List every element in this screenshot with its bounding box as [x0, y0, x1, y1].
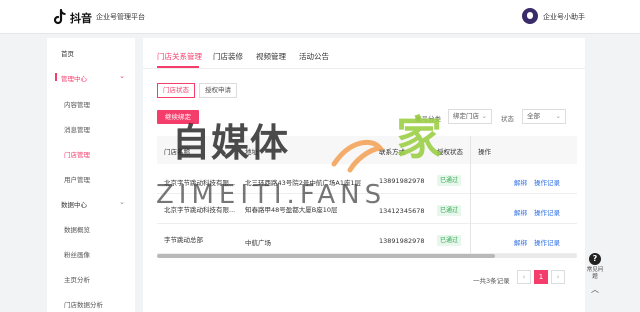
account-category-value: 绑定门店 [453, 112, 479, 120]
status-badge: 已通过 [437, 235, 462, 246]
avatar[interactable] [522, 8, 538, 24]
sidebar-item-users[interactable]: 用户管理 [47, 170, 135, 186]
chevron-down-icon: ⌄ [119, 72, 125, 80]
platform-name: 企业号管理平台 [96, 13, 145, 21]
account-category-select[interactable]: 绑定门店 ⌄ [448, 109, 492, 124]
store-phone: 13891982978 [379, 237, 425, 245]
continue-binding-button[interactable]: 继续绑定 [157, 110, 199, 124]
store-address: 中航广场 [245, 239, 271, 247]
subtab-store-status[interactable]: 门店状态 [157, 83, 195, 98]
horizontal-scrollbar[interactable] [157, 254, 577, 258]
subtab-authorization-requests[interactable]: 授权申请 [199, 83, 237, 98]
tab-store-relations[interactable]: 门店关系管理 [157, 51, 202, 62]
store-phone: 13412345678 [379, 207, 425, 215]
status-badge: 已通过 [437, 175, 462, 186]
help-icon[interactable]: ? [589, 253, 601, 265]
sidebar-item-label: 主页分析 [64, 276, 90, 284]
sidebar: 首页 管理中心 ⌄ 内容管理 消息管理 门店管理 用户管理 数据中心 ⌄ 数据概… [47, 38, 135, 312]
store-name: 北京字节跳动科技有限... [164, 179, 236, 187]
sidebar-item-label: 粉丝画像 [64, 251, 90, 259]
sidebar-item-content[interactable]: 内容管理 [47, 95, 135, 111]
store-name: 字节跳动总部 [164, 236, 203, 244]
top-bar: 抖音 企业号管理平台 企业号小助手 [0, 0, 640, 34]
table-header: 门店名称 地址 联系方式 授权状态 操作 [157, 136, 577, 164]
unbind-link[interactable]: 解绑 [514, 207, 527, 217]
sidebar-item-label: 消息管理 [64, 126, 90, 134]
chevron-down-icon: ⌄ [119, 198, 125, 206]
store-name: 北京字节跳动科技有限... [164, 206, 236, 214]
store-phone: 13891982978 [379, 177, 425, 185]
status-badge: 已通过 [437, 205, 462, 216]
store-address: 知春路甲48号盈都大厦B座10层 [245, 206, 338, 214]
account-category-label: 账号分类 [415, 115, 441, 123]
chevron-down-icon: ⌄ [481, 112, 487, 120]
sidebar-item-data-overview[interactable]: 数据概览 [47, 220, 135, 236]
page-button-current[interactable]: 1 [534, 270, 548, 284]
fixed-column-divider [470, 136, 471, 254]
unbind-link[interactable]: 解绑 [514, 237, 527, 247]
sidebar-group-management[interactable]: 管理中心 ⌄ [47, 69, 135, 85]
sidebar-item-stores[interactable]: 门店管理 [47, 145, 135, 161]
status-label: 状态 [501, 115, 514, 123]
column-header-actions: 操作 [478, 148, 491, 156]
tab-announcements[interactable]: 活动公告 [299, 51, 329, 62]
store-address: 北三环西路43号院2号中航广场A1座1层 [245, 179, 362, 187]
operation-log-link[interactable]: 操作记录 [534, 177, 560, 187]
table-row: 字节跳动总部 中航广场 13891982978 已通过 解绑 操作记录 [157, 224, 577, 254]
sidebar-item-label: 数据中心 [61, 201, 87, 209]
column-header-auth-status: 授权状态 [437, 148, 463, 156]
tabs-divider [143, 68, 585, 69]
sidebar-item-label: 数据概览 [64, 226, 90, 234]
column-header-contact: 联系方式 [379, 148, 405, 156]
faq-label[interactable]: 常见问题 [585, 267, 605, 281]
table-row: 北京字节跳动科技有限... 知春路甲48号盈都大厦B座10层 134123456… [157, 194, 577, 224]
sidebar-item-label: 用户管理 [64, 176, 90, 184]
scrollbar-thumb[interactable] [157, 254, 495, 258]
assistant-name[interactable]: 企业号小助手 [543, 12, 585, 22]
sidebar-item-homepage-analysis[interactable]: 主页分析 [47, 270, 135, 286]
chevron-down-icon: ⌄ [555, 112, 561, 120]
operation-log-link[interactable]: 操作记录 [534, 237, 560, 247]
status-select[interactable]: 全部 ⌄ [522, 109, 566, 124]
pagination-total: 一共3条记录 [473, 277, 510, 285]
unbind-link[interactable]: 解绑 [514, 177, 527, 187]
sidebar-item-fan-profile[interactable]: 粉丝画像 [47, 245, 135, 261]
sidebar-item-messages[interactable]: 消息管理 [47, 120, 135, 136]
douyin-logo-icon[interactable] [53, 9, 67, 25]
back-to-top-icon[interactable]: ︿ [585, 284, 605, 295]
operation-log-link[interactable]: 操作记录 [534, 207, 560, 217]
active-tab-indicator [157, 66, 199, 68]
sidebar-item-label: 首页 [61, 50, 74, 58]
prev-page-button[interactable]: ‹ [517, 270, 531, 284]
brand-name: 抖音 [70, 12, 92, 25]
sidebar-item-label: 门店管理 [64, 151, 90, 159]
column-header-address: 地址 [245, 148, 258, 156]
sidebar-item-label: 内容管理 [64, 101, 90, 109]
help-widget[interactable]: ? 常见问题 ︿ [585, 253, 605, 301]
table-row: 北京字节跳动科技有限... 北三环西路43号院2号中航广场A1座1层 13891… [157, 164, 577, 194]
sidebar-group-data[interactable]: 数据中心 ⌄ [47, 195, 135, 211]
main-panel: 门店关系管理 门店装修 视频管理 活动公告 门店状态 授权申请 继续绑定 账号分… [143, 38, 585, 312]
sidebar-item-label: 门店数据分析 [64, 301, 103, 309]
tab-store-decoration[interactable]: 门店装修 [213, 51, 243, 62]
sidebar-item-store-data[interactable]: 门店数据分析 [47, 295, 135, 311]
tab-video-management[interactable]: 视频管理 [256, 51, 286, 62]
sidebar-item-home[interactable]: 首页 [47, 44, 135, 60]
status-value: 全部 [527, 112, 540, 120]
next-page-button[interactable]: › [551, 270, 565, 284]
column-header-name: 门店名称 [164, 148, 190, 156]
sidebar-item-label: 管理中心 [61, 75, 87, 83]
